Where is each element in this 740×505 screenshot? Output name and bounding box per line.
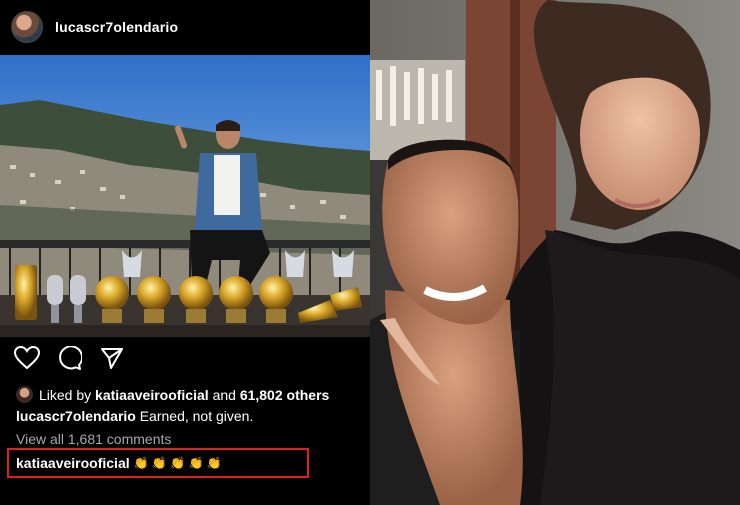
heart-icon[interactable] xyxy=(14,346,40,370)
likes-count[interactable]: 61,802 others xyxy=(240,387,330,403)
highlighted-comment: katiaaveirooficial 👏 👏 👏 👏 👏 xyxy=(16,455,222,471)
avatar[interactable] xyxy=(11,11,43,43)
comment-username[interactable]: katiaaveirooficial xyxy=(16,455,130,471)
trophy-photo xyxy=(0,55,370,337)
caption-username[interactable]: lucascr7olendario xyxy=(16,408,136,424)
selfie-photo xyxy=(370,0,740,505)
post-header: lucascr7olendario xyxy=(0,0,370,54)
comment-icon[interactable] xyxy=(58,346,82,370)
clap-emojis: 👏 👏 👏 👏 👏 xyxy=(133,456,222,470)
likes-summary[interactable]: Liked by katiaaveirooficial and 61,802 o… xyxy=(16,386,329,403)
likes-prefix: Liked by xyxy=(39,386,92,403)
view-all-comments-link[interactable]: View all 1,681 comments xyxy=(16,431,171,447)
caption-text: Earned, not given. xyxy=(139,408,254,424)
likes-connector: and xyxy=(212,386,236,403)
selfie-image xyxy=(370,0,740,505)
post-username[interactable]: lucascr7olendario xyxy=(55,19,178,35)
share-icon[interactable] xyxy=(100,346,124,370)
instagram-post: lucascr7olendario Liked by katiaaveiroof… xyxy=(0,0,370,505)
liker-avatar xyxy=(16,386,33,403)
post-actions xyxy=(14,346,124,370)
liker-username[interactable]: katiaaveirooficial xyxy=(95,387,209,403)
post-caption: lucascr7olendario Earned, not given. xyxy=(16,408,253,424)
post-photo[interactable] xyxy=(0,55,370,337)
